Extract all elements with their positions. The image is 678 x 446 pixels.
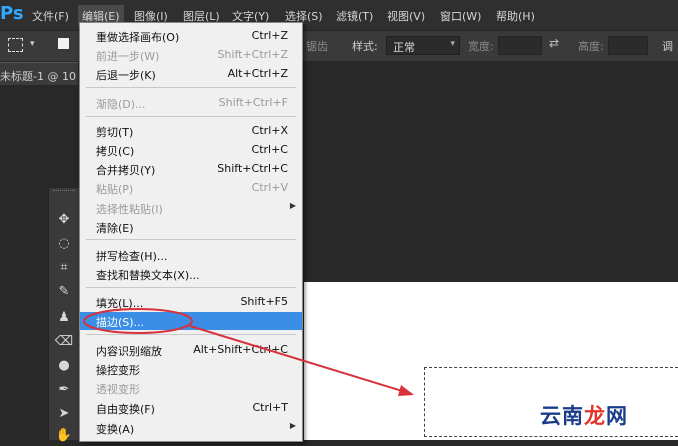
- stamp-tool-icon[interactable]: ♟: [54, 308, 74, 328]
- height-input[interactable]: [608, 36, 648, 55]
- menu-item-step-backward[interactable]: 后退一步(K) Alt+Ctrl+Z: [80, 65, 302, 83]
- eraser-tool-icon[interactable]: ⌫: [54, 332, 74, 352]
- menu-item-paste[interactable]: 粘贴(P) Ctrl+V: [80, 179, 302, 197]
- lasso-tool-icon[interactable]: ◌: [54, 234, 74, 254]
- menu-separator: [86, 87, 296, 88]
- path-select-tool-icon[interactable]: ➤: [54, 404, 74, 424]
- menu-item-step-forward[interactable]: 前进一步(W) Shift+Ctrl+Z: [80, 46, 302, 64]
- document-title: 未标题-1 @ 10: [0, 70, 76, 83]
- watermark: 云南龙网: [540, 404, 628, 428]
- menu-item-fade[interactable]: 渐隐(D)... Shift+Ctrl+F: [80, 94, 302, 112]
- menu-item-puppet-warp[interactable]: 操控变形: [80, 360, 302, 378]
- move-tool-icon[interactable]: ✥: [54, 210, 74, 230]
- menu-help[interactable]: 帮助(H): [496, 8, 535, 24]
- menu-window[interactable]: 窗口(W): [440, 8, 481, 24]
- menu-item-cut[interactable]: 剪切(T) Ctrl+X: [80, 122, 302, 140]
- menu-item-free-transform[interactable]: 自由变换(F) Ctrl+T: [80, 399, 302, 417]
- hand-tool-icon[interactable]: ✋: [54, 426, 74, 446]
- menu-separator: [86, 334, 296, 335]
- document-tab[interactable]: 未标题-1 @ 10: [0, 62, 78, 85]
- menu-separator: [86, 287, 296, 288]
- eyedropper-tool-icon[interactable]: ✎: [54, 282, 74, 302]
- blur-tool-icon[interactable]: ●: [54, 356, 74, 376]
- menu-item-content-aware-scale[interactable]: 内容识别缩放 Alt+Shift+Ctrl+C: [80, 341, 302, 359]
- chevron-down-icon[interactable]: ▾: [30, 39, 35, 49]
- anti-alias-checkbox-label[interactable]: 锯齿: [306, 38, 328, 54]
- style-label: 样式:: [352, 40, 378, 53]
- submenu-arrow-icon: ▶: [289, 201, 296, 210]
- menu-view[interactable]: 视图(V): [387, 8, 425, 24]
- height-label: 高度:: [578, 40, 604, 53]
- style-select-value: 正常: [393, 41, 415, 54]
- menu-item-spell-check[interactable]: 拼写检查(H)...: [80, 246, 302, 264]
- swap-width-height-icon[interactable]: ⇄: [549, 36, 559, 50]
- menu-item-clear[interactable]: 清除(E): [80, 218, 302, 236]
- tools-panel: ✥ ◌ ⌗ ✎ ♟ ⌫ ● ✒ ➤ ✋: [48, 188, 79, 443]
- width-input[interactable]: [498, 36, 542, 55]
- crop-tool-icon[interactable]: ⌗: [54, 258, 74, 278]
- panel-grip[interactable]: [53, 190, 75, 195]
- menu-item-find-replace[interactable]: 查找和替换文本(X)...: [80, 265, 302, 283]
- menu-item-copy[interactable]: 拷贝(C) Ctrl+C: [80, 141, 302, 159]
- menu-item-transform[interactable]: 变换(A) ▶: [80, 419, 302, 437]
- menu-item-paste-special[interactable]: 选择性粘贴(I) ▶: [80, 199, 302, 217]
- menu-item-redo[interactable]: 重做选择画布(O) Ctrl+Z: [80, 27, 302, 45]
- menu-item-stroke[interactable]: 描边(S)...: [80, 312, 302, 330]
- width-label: 宽度:: [468, 40, 494, 53]
- style-select[interactable]: 正常 ▾: [386, 36, 460, 55]
- refine-edge-button[interactable]: 调: [662, 38, 673, 54]
- submenu-arrow-icon: ▶: [289, 421, 296, 430]
- photoshop-logo: Ps: [0, 3, 24, 24]
- menu-item-copy-merged[interactable]: 合并拷贝(Y) Shift+Ctrl+C: [80, 160, 302, 178]
- menu-separator: [86, 239, 296, 240]
- menu-filter[interactable]: 滤镜(T): [336, 8, 373, 24]
- pen-tool-icon[interactable]: ✒: [54, 380, 74, 400]
- chevron-down-icon: ▾: [450, 39, 455, 49]
- menu-item-fill[interactable]: 填充(L)... Shift+F5: [80, 293, 302, 311]
- new-selection-icon[interactable]: [58, 38, 69, 49]
- menu-item-perspective-warp[interactable]: 透视变形: [80, 379, 302, 397]
- rect-marquee-icon[interactable]: [8, 38, 23, 52]
- menu-file[interactable]: 文件(F): [32, 8, 69, 24]
- menu-separator: [86, 116, 296, 117]
- edit-dropdown-menu: 重做选择画布(O) Ctrl+Z 前进一步(W) Shift+Ctrl+Z 后退一步…: [79, 22, 303, 442]
